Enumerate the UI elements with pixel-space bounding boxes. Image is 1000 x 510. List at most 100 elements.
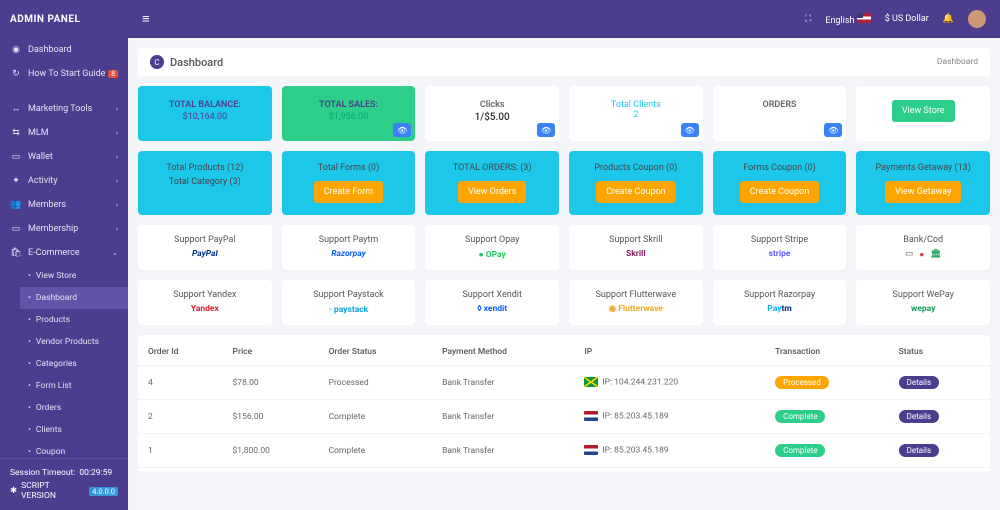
nav-wallet[interactable]: ▭Wallet› [0, 145, 128, 169]
help-icon: ↻ [10, 69, 22, 79]
support-yandex: Support YandexYandex [138, 280, 272, 325]
language-selector[interactable]: English [825, 13, 870, 26]
nav-guide[interactable]: ↻How To Start Guide8 [0, 62, 128, 86]
sidebar-footer: Session Timeout: 00:29:59 ✱SCRIPT VERSIO… [0, 458, 128, 510]
menu-toggle-icon[interactable]: ≡ [142, 11, 150, 27]
wepay-logo-icon: wepay [862, 304, 984, 314]
flag-us-icon [857, 13, 871, 23]
stripe-logo-icon: stripe [719, 249, 841, 259]
sub-coupon[interactable]: Coupon [20, 441, 128, 458]
eye-icon[interactable]: 👁 [393, 123, 411, 137]
nav-mlm[interactable]: ⇆MLM› [0, 121, 128, 145]
eye-icon[interactable]: 👁 [824, 123, 842, 137]
nav-ecommerce[interactable]: 🛍E-Commerce⌄ [0, 241, 128, 265]
tx-badge: Complete [775, 444, 825, 457]
nav-marketing[interactable]: ↔Marketing Tools› [0, 96, 128, 121]
support-opay: Support Opay● OPay [425, 225, 559, 270]
chevron-right-icon: › [116, 201, 118, 209]
action-forms-coupon: Forms Coupon (0) Create Coupon [713, 151, 847, 215]
sub-products[interactable]: Products [20, 309, 128, 331]
breadcrumb: Dashboard [937, 57, 978, 67]
support-wepay: Support WePaywepay [856, 280, 990, 325]
sub-form-list[interactable]: Form List [20, 375, 128, 397]
razorpay-logo-icon: Razorpay [288, 249, 410, 259]
orders-table: Order Id Price Order Status Payment Meth… [138, 335, 990, 472]
eye-icon[interactable]: 👁 [681, 123, 699, 137]
view-store-card: View Store [856, 86, 990, 141]
view-store-button[interactable]: View Store [892, 100, 955, 122]
wallet-icon: ▭ [10, 152, 22, 162]
cart-icon: 🛍 [10, 248, 22, 258]
nav-activity[interactable]: ✦Activity› [0, 169, 128, 193]
details-button[interactable]: Details [899, 410, 939, 423]
skrill-logo-icon: Skrill [575, 249, 697, 259]
flutterwave-logo-icon: ◉ Flutterwave [575, 304, 697, 314]
support-bankcod: Bank/Cod▭●🏛 [856, 225, 990, 270]
nav-membership[interactable]: ▭Membership› [0, 217, 128, 241]
chevron-right-icon: › [116, 105, 118, 113]
action-gateway: Payments Getaway (13) View Getaway [856, 151, 990, 215]
chevron-down-icon: ⌄ [112, 249, 118, 257]
sub-categories[interactable]: Categories [20, 353, 128, 375]
view-orders-button[interactable]: View Orders [458, 181, 526, 203]
session-timeout: 00:29:59 [79, 468, 112, 478]
version-badge: 4.0.0.0 [89, 487, 118, 496]
sub-view-store[interactable]: View Store [20, 265, 128, 287]
bell-icon[interactable]: 🔔 [943, 14, 954, 24]
support-xendit: Support Xendit◊ xendit [425, 280, 559, 325]
chevron-right-icon: › [116, 177, 118, 185]
stat-clicks: Clicks 1/$5.00 👁 [425, 86, 559, 141]
sub-dashboard[interactable]: Dashboard [20, 287, 128, 309]
card-icon: ▭ [10, 224, 22, 234]
support-skrill: Support SkrillSkrill [569, 225, 703, 270]
eye-icon[interactable]: 👁 [537, 123, 555, 137]
sub-clients[interactable]: Clients [20, 419, 128, 441]
paystack-logo-icon: ◦ paystack [288, 304, 410, 315]
topbar: ≡ ⛶ English $ US Dollar 🔔 [128, 0, 1000, 38]
table-row: 4$78.00ProcessedBank TransferIP: 104.244… [138, 366, 990, 400]
dashboard-icon: C [150, 55, 164, 69]
stat-sales: TOTAL SALES: $1,956.00 👁 [282, 86, 416, 141]
xendit-logo-icon: ◊ xendit [431, 304, 553, 314]
guide-badge: 8 [108, 70, 118, 78]
arrows-icon: ↔ [10, 103, 22, 114]
support-paypal: Support PayPalPayPal [138, 225, 272, 270]
action-products: Total Products (12) Total Category (3) [138, 151, 272, 215]
tx-badge: Processed [775, 376, 829, 389]
bank-logo-icon: ▭●🏛 [862, 249, 984, 260]
chevron-right-icon: › [116, 153, 118, 161]
support-paystack: Support Paystack◦ paystack [282, 280, 416, 325]
nav-ecommerce-sub: View Store Dashboard Products Vendor Pro… [0, 265, 128, 458]
view-gateway-button[interactable]: View Getaway [885, 181, 961, 203]
page-title: Dashboard [170, 56, 223, 69]
create-form-button[interactable]: Create Form [314, 181, 383, 203]
stat-clients: Total Clients 2 👁 [569, 86, 703, 141]
create-forms-coupon-button[interactable]: Create Coupon [740, 181, 820, 203]
nav-members[interactable]: 👥Members› [0, 193, 128, 217]
nav: ◉Dashboard ↻How To Start Guide8 ↔Marketi… [0, 38, 128, 458]
support-razorpay: Support RazorpayPaytm [713, 280, 847, 325]
stat-balance: TOTAL BALANCE: $10,164.00 [138, 86, 272, 141]
users-icon: 👥 [10, 200, 22, 210]
flag-nl-icon [584, 445, 598, 455]
avatar[interactable] [968, 10, 986, 28]
chevron-right-icon: › [116, 129, 118, 137]
paytm-logo-icon: Paytm [719, 304, 841, 314]
currency-selector[interactable]: $ US Dollar [885, 14, 929, 24]
paypal-logo-icon: PayPal [144, 249, 266, 259]
tree-icon: ⇆ [10, 128, 22, 138]
details-button[interactable]: Details [899, 376, 939, 389]
support-stripe: Support Stripestripe [713, 225, 847, 270]
sub-vendor-products[interactable]: Vendor Products [20, 331, 128, 353]
nav-dashboard[interactable]: ◉Dashboard [0, 38, 128, 62]
fullscreen-icon[interactable]: ⛶ [805, 14, 811, 24]
sub-orders[interactable]: Orders [20, 397, 128, 419]
details-button[interactable]: Details [899, 444, 939, 457]
page-header: C Dashboard Dashboard [138, 48, 990, 76]
table-row: 2$156.00CompleteBank TransferIP: 85.203.… [138, 400, 990, 434]
create-product-coupon-button[interactable]: Create Coupon [596, 181, 676, 203]
gauge-icon: ◉ [10, 45, 22, 55]
opay-logo-icon: ● OPay [431, 249, 553, 260]
brand-title: ADMIN PANEL [0, 0, 128, 38]
support-flutterwave: Support Flutterwave◉ Flutterwave [569, 280, 703, 325]
